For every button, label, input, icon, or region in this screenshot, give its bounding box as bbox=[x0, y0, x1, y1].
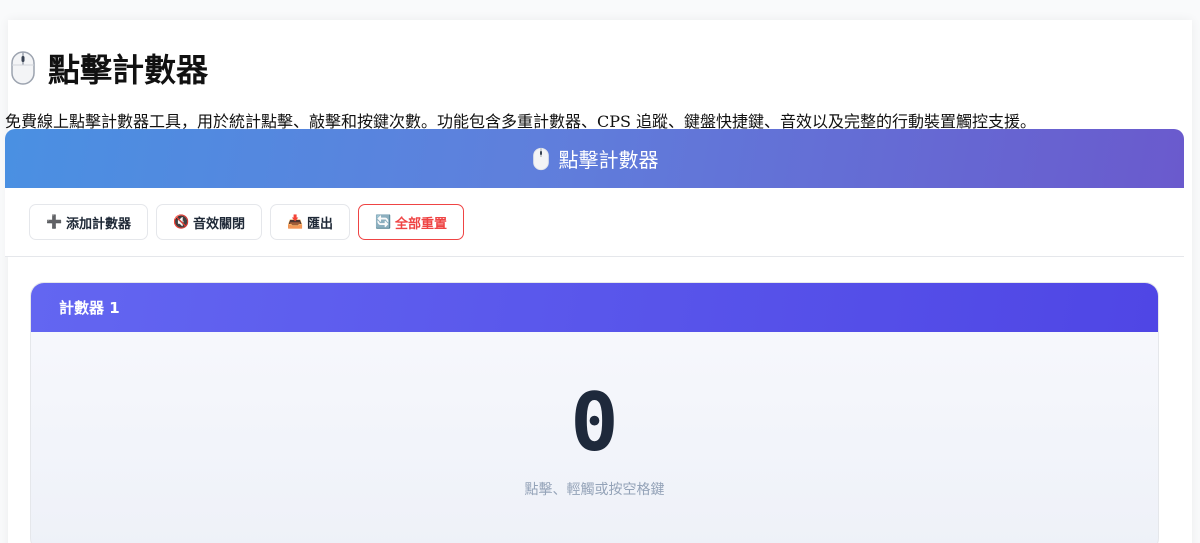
counter-header: 計數器 1 bbox=[31, 283, 1158, 332]
counter-hint: 點擊、輕觸或按空格鍵 bbox=[524, 482, 665, 498]
add-counter-button[interactable]: ➕ 添加計數器 bbox=[29, 204, 149, 240]
counter-name: 計數器 1 bbox=[59, 299, 120, 317]
toolbar: ➕ 添加計數器 🔇 音效關閉 📥 匯出 🔄 全部重置 bbox=[5, 188, 1184, 257]
add-counter-label: 添加計數器 bbox=[66, 216, 132, 232]
counter-card[interactable]: 計數器 1 0 點擊、輕觸或按空格鍵 bbox=[30, 282, 1159, 543]
computer-mouse-icon bbox=[8, 50, 38, 86]
page-title: 點擊計數器 bbox=[8, 45, 208, 91]
export-label: 匯出 bbox=[307, 216, 334, 232]
reset-all-button[interactable]: 🔄 全部重置 bbox=[358, 204, 465, 240]
counter-value: 0 bbox=[570, 376, 619, 469]
banner-title: 點擊計數器 bbox=[558, 148, 659, 172]
download-tray-icon: 📥 bbox=[287, 214, 304, 230]
tool-banner: 點擊計數器 bbox=[5, 129, 1184, 188]
muted-speaker-icon: 🔇 bbox=[173, 214, 190, 230]
plus-icon: ➕ bbox=[46, 214, 63, 230]
sound-toggle-button[interactable]: 🔇 音效關閉 bbox=[156, 204, 263, 240]
sound-toggle-label: 音效關閉 bbox=[193, 216, 246, 232]
refresh-icon: 🔄 bbox=[375, 214, 392, 230]
computer-mouse-icon bbox=[531, 147, 551, 171]
page-title-text: 點擊計數器 bbox=[48, 51, 209, 89]
reset-all-label: 全部重置 bbox=[395, 216, 448, 232]
export-button[interactable]: 📥 匯出 bbox=[270, 204, 351, 240]
